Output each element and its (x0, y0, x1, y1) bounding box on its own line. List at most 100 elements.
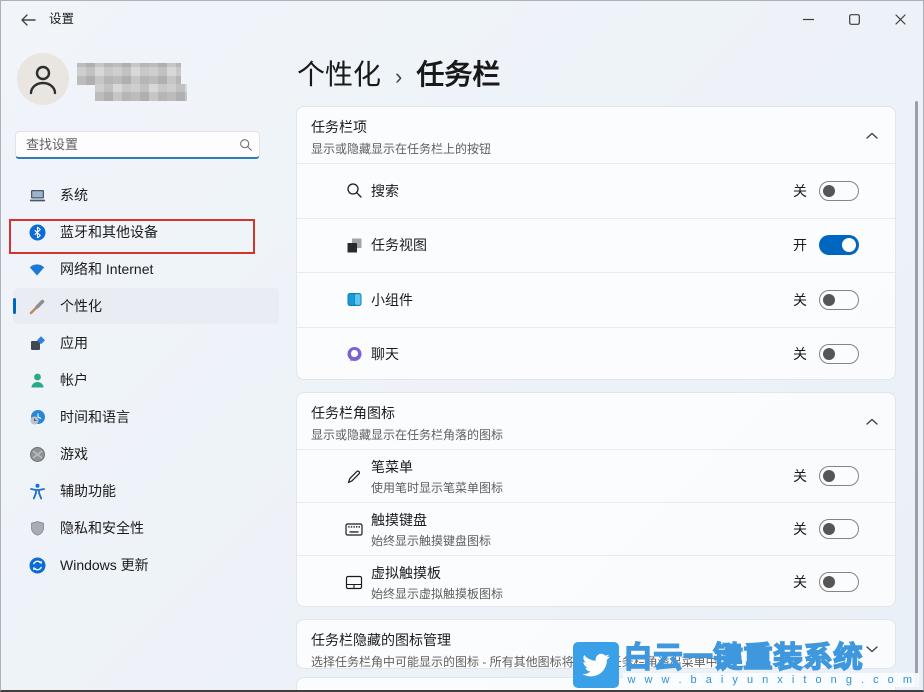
toggle-state-label: 关 (793, 344, 807, 364)
section-subtitle: 显示或隐藏显示在任务栏上的按钮 (311, 140, 855, 157)
search-toggle[interactable] (819, 181, 859, 201)
minimize-icon (803, 14, 814, 25)
accessibility-icon (28, 482, 46, 500)
sidebar-item-system[interactable]: 系统 (13, 177, 279, 213)
expander-header-corner-icons[interactable]: 任务栏角图标 显示或隐藏显示在任务栏角落的图标 (297, 393, 895, 449)
page-title: 任务栏 (416, 53, 500, 93)
widgets-icon (345, 291, 363, 309)
setting-label: 笔菜单 (371, 457, 793, 477)
main-content: 个性化 › 任务栏 任务栏项 显示或隐藏显示在任务栏上的按钮 搜索 关 任务视图 (296, 37, 896, 692)
chevron-up-icon[interactable] (859, 409, 885, 435)
touch-keyboard-icon (345, 520, 363, 538)
setting-label: 搜索 (371, 183, 399, 199)
windows-update-icon (28, 556, 46, 574)
system-icon (28, 186, 46, 204)
task-view-icon (345, 236, 363, 254)
settings-window: 设置 系统 (0, 0, 924, 692)
toggle-state-label: 关 (793, 290, 807, 310)
search-input[interactable] (16, 137, 233, 152)
settings-search[interactable] (15, 131, 260, 159)
accounts-icon (28, 371, 46, 389)
sidebar-item-label: 辅助功能 (60, 481, 116, 501)
toggle-state-label: 关 (793, 572, 807, 592)
watermark-url: w w w . b a i y u n x i t o n g . c o m (623, 673, 919, 687)
card-taskbar-corner-icons: 任务栏角图标 显示或隐藏显示在任务栏角落的图标 笔菜单 使用笔时显示笔菜单图标 … (296, 392, 896, 607)
avatar[interactable] (17, 53, 69, 105)
setting-label: 虚拟触摸板 (371, 563, 793, 583)
setting-row-touch-keyboard: 触摸键盘 始终显示触摸键盘图标 关 (297, 502, 895, 555)
user-name-obscured (95, 84, 187, 101)
touch-keyboard-toggle[interactable] (819, 519, 859, 539)
sidebar-item-gaming[interactable]: 游戏 (13, 436, 279, 472)
maximize-button[interactable] (831, 1, 877, 37)
touchpad-icon (345, 573, 363, 591)
person-icon (28, 63, 58, 95)
setting-label: 任务视图 (371, 237, 427, 253)
personalization-icon (28, 297, 46, 315)
setting-label: 触摸键盘 (371, 510, 793, 530)
back-arrow-icon (20, 14, 36, 26)
breadcrumb-parent[interactable]: 个性化 (297, 53, 381, 93)
toggle-state-label: 开 (793, 235, 807, 255)
window-title: 设置 (49, 1, 74, 37)
section-title: 任务栏项 (311, 117, 855, 137)
sidebar-item-network[interactable]: 网络和 Internet (13, 251, 279, 287)
close-button[interactable] (877, 1, 923, 37)
toggle-state-label: 关 (793, 181, 807, 201)
setting-row-pen-menu: 笔菜单 使用笔时显示笔菜单图标 关 (297, 449, 895, 502)
pen-menu-toggle[interactable] (819, 466, 859, 486)
sidebar-item-privacy[interactable]: 隐私和安全性 (13, 510, 279, 546)
watermark-bird-icon (573, 642, 619, 688)
user-name-obscured (77, 63, 181, 85)
section-subtitle: 显示或隐藏显示在任务栏角落的图标 (311, 426, 855, 443)
title-bar: 设置 (1, 1, 923, 37)
sidebar-item-label: 蓝牙和其他设备 (60, 222, 158, 242)
setting-row-search: 搜索 关 (297, 163, 895, 218)
breadcrumb: 个性化 › 任务栏 (297, 53, 500, 93)
sidebar-item-label: 隐私和安全性 (60, 518, 144, 538)
virtual-touchpad-toggle[interactable] (819, 572, 859, 592)
selected-indicator (13, 298, 16, 314)
sidebar-item-accounts[interactable]: 帐户 (13, 362, 279, 398)
chat-icon (345, 345, 363, 363)
task-view-toggle[interactable] (819, 235, 859, 255)
search-icon (345, 182, 363, 200)
widgets-toggle[interactable] (819, 290, 859, 310)
chevron-up-icon[interactable] (859, 123, 885, 149)
breadcrumb-separator: › (395, 64, 402, 90)
chat-toggle[interactable] (819, 344, 859, 364)
privacy-icon (28, 519, 46, 537)
maximize-icon (849, 14, 860, 25)
sidebar-item-personalization[interactable]: 个性化 (13, 288, 279, 324)
sidebar-item-label: 游戏 (60, 444, 88, 464)
minimize-button[interactable] (785, 1, 831, 37)
sidebar-item-label: 帐户 (60, 370, 88, 390)
setting-row-task-view: 任务视图 开 (297, 218, 895, 273)
setting-label: 小组件 (371, 292, 413, 308)
sidebar-item-accessibility[interactable]: 辅助功能 (13, 473, 279, 509)
sidebar-item-windows-update[interactable]: Windows 更新 (13, 547, 279, 583)
setting-row-chat: 聊天 关 (297, 327, 895, 381)
sidebar-item-apps[interactable]: 应用 (13, 325, 279, 361)
watermark-text: 白云一键重装系统 (623, 643, 919, 673)
bluetooth-icon (28, 223, 46, 241)
sidebar-nav: 系统 蓝牙和其他设备 网络和 Internet 个性化 应用 帐户 (13, 177, 279, 583)
vertical-scrollbar[interactable] (915, 101, 918, 687)
setting-row-virtual-touchpad: 虚拟触摸板 始终显示虚拟触摸板图标 关 (297, 555, 895, 607)
section-title: 任务栏角图标 (311, 403, 855, 423)
card-taskbar-items: 任务栏项 显示或隐藏显示在任务栏上的按钮 搜索 关 任务视图 开 小组件 (296, 106, 896, 380)
gaming-icon (28, 445, 46, 463)
pen-icon (345, 467, 363, 485)
expander-header-taskbar-items[interactable]: 任务栏项 显示或隐藏显示在任务栏上的按钮 (297, 107, 895, 163)
sidebar-item-time-language[interactable]: 时间和语言 (13, 399, 279, 435)
setting-sublabel: 使用笔时显示笔菜单图标 (371, 479, 793, 496)
watermark: 白云一键重装系统 w w w . b a i y u n x i t o n g… (573, 642, 919, 688)
apps-icon (28, 334, 46, 352)
time-language-icon (28, 408, 46, 426)
back-button[interactable] (13, 8, 43, 32)
search-icon (233, 138, 259, 152)
close-icon (895, 14, 906, 25)
sidebar-item-bluetooth[interactable]: 蓝牙和其他设备 (13, 214, 279, 250)
sidebar-item-label: Windows 更新 (60, 555, 149, 575)
toggle-state-label: 关 (793, 519, 807, 539)
